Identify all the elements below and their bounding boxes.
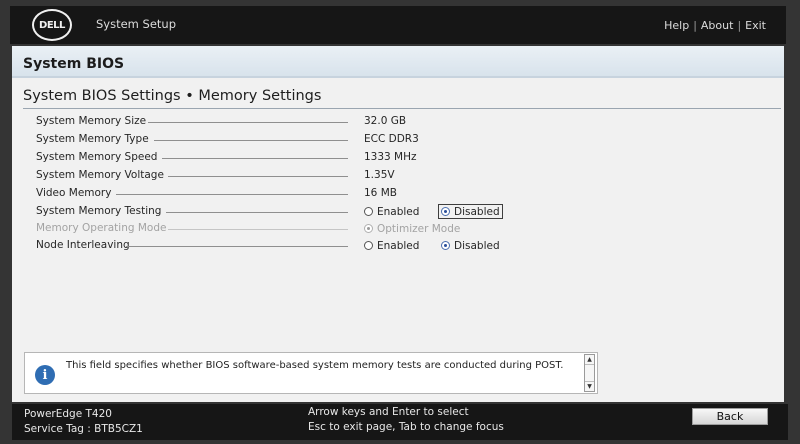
leader-line [168,176,348,177]
leader-line [126,246,348,247]
back-button[interactable]: Back [692,408,768,425]
exit-link[interactable]: Exit [745,19,766,32]
title-divider [23,108,781,109]
main-panel: System BIOS System BIOS Settings • Memor… [12,46,784,402]
radio-label: Disabled [454,205,500,218]
help-text: This field specifies whether BIOS softwa… [66,360,564,371]
setting-row-node-interleaving: Node Interleaving Enabled Disabled [36,237,776,254]
radio-selected-icon [441,207,450,216]
link-separator: | [737,19,742,32]
setting-row-memory-type: System Memory Type ECC DDR3 [36,131,776,148]
setting-label: System Memory Size [36,115,147,127]
node-interleaving-enabled-radio[interactable]: Enabled [362,238,421,253]
app-title: System Setup [96,17,177,31]
memory-testing-enabled-radio[interactable]: Enabled [362,204,421,219]
radio-label: Optimizer Mode [377,222,461,235]
radio-label: Enabled [377,205,420,218]
dell-logo: DELL [32,9,72,41]
bottom-bar: PowerEdge T420 Service Tag : BTB5CZ1 Arr… [12,404,788,440]
leader-line [116,194,348,195]
section-title: System BIOS [23,56,125,72]
setting-row-memory-size: System Memory Size 32.0 GB [36,113,776,130]
setting-label: Node Interleaving [36,239,130,251]
setting-label: System Memory Speed [36,151,158,163]
setting-label: Memory Operating Mode [36,222,167,234]
setting-value: 1333 MHz [364,151,417,163]
top-links: Help | About | Exit [664,19,766,32]
model-name: PowerEdge T420 [24,408,112,420]
help-box: i This field specifies whether BIOS soft… [24,352,598,394]
leader-line [166,212,348,213]
scroll-down-arrow-icon[interactable]: ▼ [585,381,594,391]
setting-value: 32.0 GB [364,115,407,127]
setting-row-operating-mode: Memory Operating Mode Optimizer Mode [36,220,776,237]
setting-value: ECC DDR3 [364,133,419,145]
setting-value: 16 MB [364,187,397,199]
key-help-line: Arrow keys and Enter to select [308,406,469,418]
help-scrollbar[interactable]: ▲ ▼ [584,354,595,392]
memory-testing-disabled-radio[interactable]: Disabled [438,204,503,219]
scroll-up-arrow-icon[interactable]: ▲ [585,355,594,365]
bios-screen: DELL System Setup Help | About | Exit Sy… [0,0,800,444]
setting-label: System Memory Type [36,133,149,145]
info-icon: i [35,365,55,385]
setting-row-memory-voltage: System Memory Voltage 1.35V [36,167,776,184]
system-info: PowerEdge T420 Service Tag : BTB5CZ1 [24,407,143,437]
optimizer-mode-radio: Optimizer Mode [362,221,462,236]
radio-selected-icon [441,241,450,250]
radio-unselected-icon [364,207,373,216]
key-help: Arrow keys and Enter to select Esc to ex… [308,405,504,435]
leader-line [148,122,348,123]
setting-label: System Memory Voltage [36,169,164,181]
radio-label: Enabled [377,239,420,252]
link-separator: | [693,19,697,32]
top-bar: DELL System Setup Help | About | Exit [10,6,786,44]
setting-row-video-memory: Video Memory 16 MB [36,185,776,202]
radio-selected-icon [364,224,373,233]
setting-row-memory-testing: System Memory Testing Enabled Disabled [36,203,776,220]
setting-label: Video Memory [36,187,112,199]
about-link[interactable]: About [701,19,734,32]
key-help-line: Esc to exit page, Tab to change focus [308,421,504,433]
setting-value: 1.35V [364,169,395,181]
leader-line [154,140,348,141]
leader-line [168,229,348,230]
setting-row-memory-speed: System Memory Speed 1333 MHz [36,149,776,166]
leader-line [162,158,348,159]
radio-label: Disabled [454,239,500,252]
section-header: System BIOS [12,46,784,78]
page-title: System BIOS Settings • Memory Settings [23,88,322,104]
setting-label: System Memory Testing [36,205,162,217]
node-interleaving-disabled-radio[interactable]: Disabled [439,238,502,253]
service-tag: Service Tag : BTB5CZ1 [24,423,143,435]
help-link[interactable]: Help [664,19,689,32]
radio-unselected-icon [364,241,373,250]
